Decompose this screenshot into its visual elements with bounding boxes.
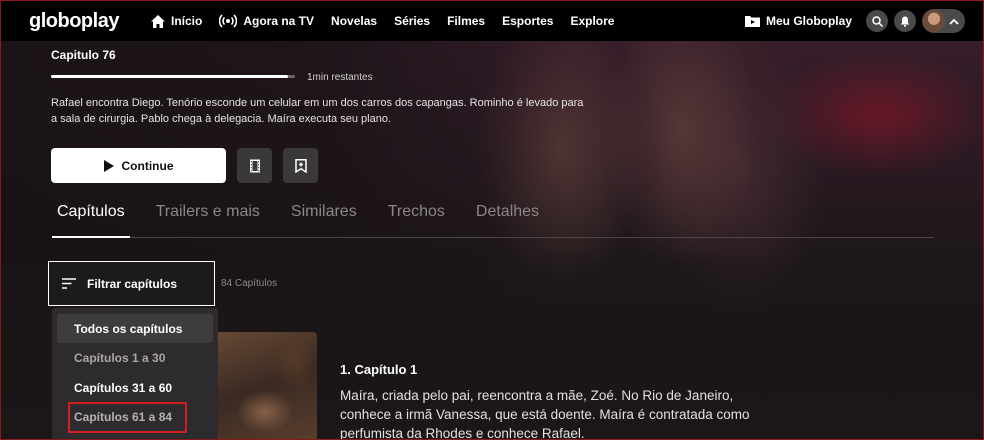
continue-label: Continue xyxy=(121,158,174,173)
watch-progress-fill xyxy=(51,75,288,78)
nav-item-novelas[interactable]: Novelas xyxy=(331,14,377,28)
nav-item-filmes[interactable]: Filmes xyxy=(447,14,485,28)
nav-item-label: Início xyxy=(171,14,203,28)
episode-description: Rafael encontra Diego. Tenório esconde u… xyxy=(51,97,584,125)
bell-icon xyxy=(900,16,910,27)
episode-thumbnail[interactable] xyxy=(205,332,317,440)
dropdown-option-all[interactable]: Todos os capítulos xyxy=(57,314,213,343)
nav-right: Meu Globoplay xyxy=(744,9,965,33)
bookmark-add-icon xyxy=(294,158,307,173)
live-broadcast-icon xyxy=(219,14,238,28)
filter-chapters-button[interactable]: Filtrar capítulos xyxy=(48,261,215,306)
nav-item-label: Novelas xyxy=(331,14,378,28)
tab-detalhes[interactable]: Detalhes xyxy=(471,203,544,238)
filter-icon xyxy=(62,278,76,289)
chapter-filter-dropdown: Todos os capítulos Capítulos 1 a 30 Capí… xyxy=(52,308,218,440)
episode-title: Capitulo 76 xyxy=(51,48,116,62)
nav-item-label: Explore xyxy=(570,14,615,28)
nav-item-series[interactable]: Séries xyxy=(394,14,430,28)
add-to-list-button[interactable] xyxy=(283,148,318,183)
nav-item-label: Séries xyxy=(394,14,431,28)
search-button[interactable] xyxy=(866,10,888,32)
dropdown-option-31-60[interactable]: Capítulos 31 a 60 xyxy=(57,373,213,402)
search-icon xyxy=(871,15,883,27)
tab-similares[interactable]: Similares xyxy=(286,203,362,238)
tab-trechos[interactable]: Trechos xyxy=(383,203,450,238)
profile-menu[interactable] xyxy=(922,9,965,33)
nav-item-label: Esportes xyxy=(502,14,554,28)
continue-button[interactable]: Continue xyxy=(51,148,226,183)
tab-trailers[interactable]: Trailers e mais xyxy=(151,203,265,238)
notifications-button[interactable] xyxy=(894,10,916,32)
film-icon xyxy=(249,159,260,172)
my-list-icon xyxy=(744,16,760,27)
watch-progress-bar xyxy=(51,75,295,78)
content-tabs: Capítulos Trailers e mais Similares Trec… xyxy=(52,203,934,238)
filter-label: Filtrar capítulos xyxy=(87,276,178,291)
home-icon xyxy=(151,14,165,28)
play-icon xyxy=(103,159,114,172)
nav-item-label: Filmes xyxy=(447,14,486,28)
meu-globoplay-label: Meu Globoplay xyxy=(765,14,852,28)
trailer-button[interactable] xyxy=(237,148,272,183)
avatar xyxy=(923,10,945,32)
dropdown-option-1-30[interactable]: Capítulos 1 a 30 xyxy=(57,344,213,373)
nav-item-esportes[interactable]: Esportes xyxy=(502,14,553,28)
chevron-up-icon xyxy=(949,18,959,25)
nav-item-label: Agora na TV xyxy=(243,14,315,28)
episode-list-description: Maíra, criada pelo pai, reencontra a mãe… xyxy=(340,388,750,440)
episode-list-title[interactable]: 1. Capítulo 1 xyxy=(340,362,417,377)
nav-item-inicio[interactable]: Início xyxy=(151,14,202,28)
nav-item-explore[interactable]: Explore xyxy=(570,14,614,28)
globoplay-logo[interactable]: globoplay xyxy=(29,10,151,33)
top-navigation: globoplay Início Agora na TV Novelas Sér… xyxy=(1,1,983,41)
tab-capitulos[interactable]: Capítulos xyxy=(52,203,130,238)
meu-globoplay-link[interactable]: Meu Globoplay xyxy=(744,14,852,28)
chapter-count: 84 Capítulos xyxy=(221,278,278,289)
dropdown-option-61-84[interactable]: Capítulos 61 a 84 xyxy=(68,401,187,433)
nav-item-agora-na-tv[interactable]: Agora na TV xyxy=(219,14,314,28)
time-remaining: 1min restantes xyxy=(307,72,373,83)
